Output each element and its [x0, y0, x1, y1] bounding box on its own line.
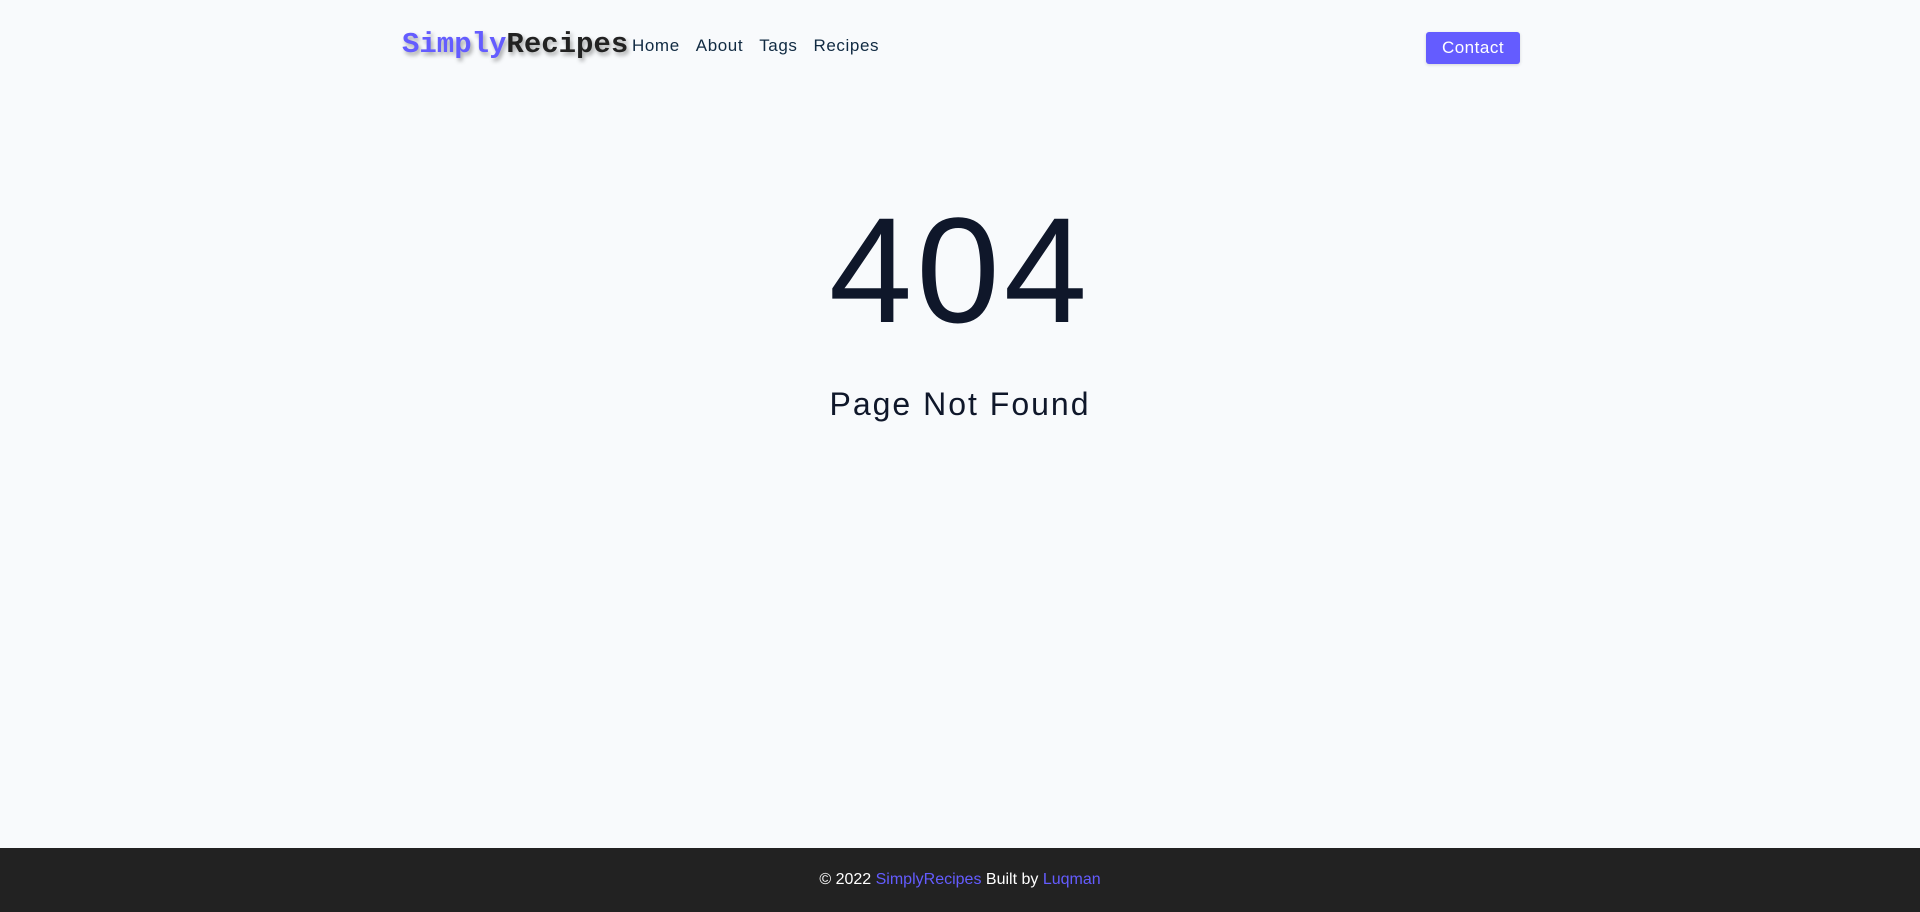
logo-part-recipes: Recipes	[506, 28, 629, 61]
navbar: SimplyRecipes Home About Tags Recipes Co…	[0, 0, 1920, 94]
nav-link-tags[interactable]: Tags	[759, 36, 797, 56]
error-message: Page Not Found	[829, 386, 1091, 422]
footer-author-link[interactable]: Luqman	[1043, 871, 1101, 888]
footer-built-by: Built by	[985, 871, 1039, 888]
nav-link-about[interactable]: About	[696, 36, 743, 56]
footer: © 2022 SimplyRecipes Built by Luqman	[0, 848, 1920, 912]
nav-links: Home About Tags Recipes	[632, 36, 879, 56]
footer-brand-link[interactable]: SimplyRecipes	[876, 871, 982, 888]
contact-button[interactable]: Contact	[1426, 32, 1520, 64]
nav-link-recipes[interactable]: Recipes	[814, 36, 880, 56]
logo[interactable]: SimplyRecipes	[402, 28, 628, 61]
error-code: 404	[828, 186, 1092, 354]
nav-link-home[interactable]: Home	[632, 36, 680, 56]
footer-copyright: © 2022	[819, 871, 872, 888]
logo-part-simply: Simply	[402, 28, 507, 61]
